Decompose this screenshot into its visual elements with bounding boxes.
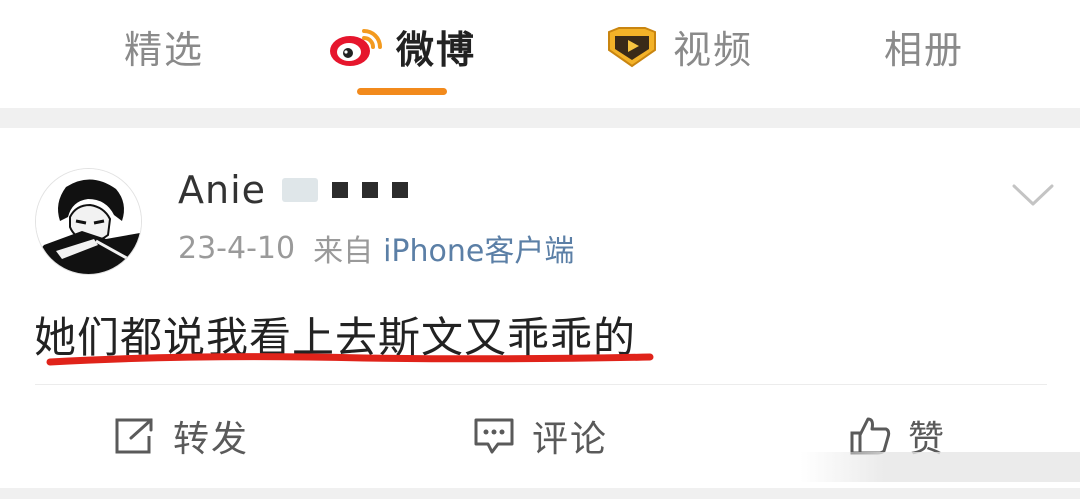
post-meta: 23-4-10 来自 iPhone客户端 [178, 226, 574, 270]
bottom-gap [0, 488, 1080, 499]
avatar[interactable] [35, 168, 142, 275]
top-tab-bar: 精选 微博 视频 相册 [0, 0, 1080, 108]
repost-button[interactable]: 转发 [113, 410, 249, 462]
video-badge-icon [603, 24, 661, 68]
tab-label: 精选 [124, 27, 205, 72]
watermark-strip [800, 452, 1080, 482]
post-date: 23-4-10 [178, 230, 296, 266]
annotation-underline [44, 348, 656, 370]
post-source-link[interactable]: iPhone客户端 [383, 226, 574, 270]
comment-label: 评论 [532, 419, 609, 460]
post-author-row: Anie [178, 166, 409, 214]
tab-weibo[interactable]: 微博 [328, 18, 476, 74]
tab-video[interactable]: 视频 [603, 18, 753, 74]
post-text[interactable]: 她们都说我看上去斯文又乖乖的 [34, 304, 636, 362]
action-divider [35, 384, 1047, 385]
tab-label: 相册 [884, 27, 965, 72]
comment-icon [472, 416, 516, 456]
active-tab-indicator [357, 88, 447, 95]
section-gap [0, 108, 1080, 128]
comment-button[interactable]: 评论 [472, 410, 608, 462]
chevron-down-icon[interactable] [1008, 178, 1058, 212]
masked-username [282, 178, 409, 202]
share-icon [113, 416, 157, 456]
tab-label: 微博 [396, 27, 477, 72]
tab-label: 视频 [673, 27, 754, 72]
username[interactable]: Anie [178, 168, 266, 212]
source-prefix: 来自 [313, 234, 374, 269]
thumbs-up-icon [848, 415, 892, 457]
weibo-logo-icon [328, 23, 384, 69]
tab-featured[interactable]: 精选 [124, 18, 204, 74]
repost-label: 转发 [173, 419, 250, 460]
tab-album[interactable]: 相册 [884, 18, 964, 74]
